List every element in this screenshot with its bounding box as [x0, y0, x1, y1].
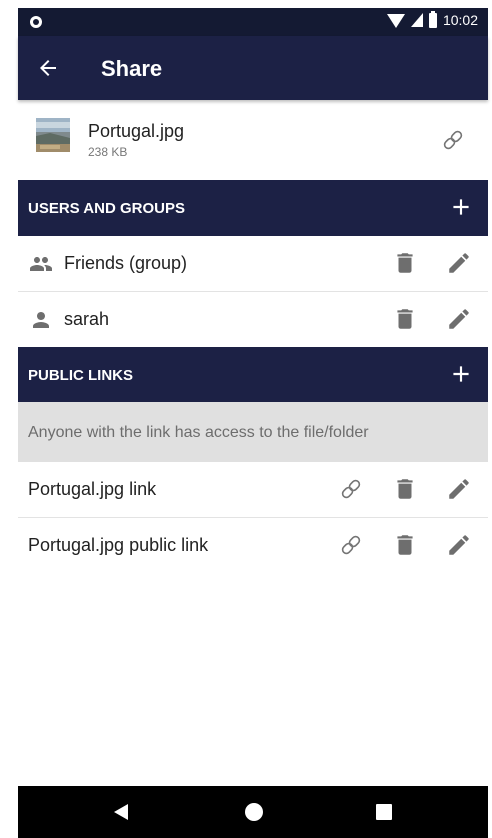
edit-icon[interactable] — [446, 476, 472, 502]
users-and-groups-header: USERS AND GROUPS — [18, 180, 488, 236]
nav-recents-icon[interactable] — [376, 804, 392, 820]
public-link-label: Portugal.jpg public link — [28, 535, 209, 555]
link-icon[interactable] — [440, 127, 466, 153]
public-link-label: Portugal.jpg link — [28, 479, 157, 499]
share-item-sarah[interactable]: sarah — [18, 292, 488, 348]
edit-icon[interactable] — [446, 532, 472, 558]
add-user-icon[interactable] — [448, 194, 474, 220]
group-icon — [30, 257, 52, 271]
public-link-item[interactable]: Portugal.jpg link — [18, 462, 488, 518]
system-nav-bar — [18, 786, 488, 838]
share-item-label: sarah — [64, 309, 110, 329]
share-item-label: Friends (group) — [64, 253, 188, 273]
notification-dot-icon — [30, 16, 42, 28]
edit-icon[interactable] — [446, 306, 472, 332]
nav-back-icon[interactable] — [114, 804, 128, 820]
share-item-friends[interactable]: Friends (group) — [18, 236, 488, 292]
wifi-icon — [386, 14, 405, 28]
file-name: Portugal.jpg — [88, 121, 185, 141]
status-bar: 10:02 — [18, 8, 488, 36]
nav-home-icon[interactable] — [245, 803, 263, 821]
delete-icon[interactable] — [392, 532, 418, 558]
file-size: 238 KB — [88, 145, 128, 159]
status-indicators: 10:02 — [386, 10, 478, 28]
section-title: PUBLIC LINKS — [28, 367, 133, 384]
info-text: Anyone with the link has access to the f… — [28, 424, 369, 441]
public-links-info: Anyone with the link has access to the f… — [18, 402, 488, 462]
link-icon[interactable] — [338, 476, 364, 502]
person-icon — [33, 312, 49, 328]
delete-icon[interactable] — [392, 306, 418, 332]
battery-icon — [428, 10, 437, 28]
public-links-header: PUBLIC LINKS — [18, 347, 488, 403]
app-bar: Share — [18, 36, 488, 100]
delete-icon[interactable] — [392, 476, 418, 502]
page-title: Share — [101, 56, 163, 81]
link-icon[interactable] — [338, 532, 364, 558]
share-screen: 10:02 Share Portugal.jpg 238 KB USERS AN… — [18, 0, 488, 838]
edit-icon[interactable] — [446, 250, 472, 276]
status-time: 10:02 — [442, 12, 478, 28]
arrow-left-icon[interactable] — [36, 56, 60, 80]
section-title: USERS AND GROUPS — [28, 200, 185, 217]
file-thumbnail — [36, 118, 70, 152]
signal-icon — [410, 13, 423, 27]
delete-icon[interactable] — [392, 250, 418, 276]
add-link-icon[interactable] — [448, 361, 474, 387]
public-link-item[interactable]: Portugal.jpg public link — [18, 518, 488, 574]
